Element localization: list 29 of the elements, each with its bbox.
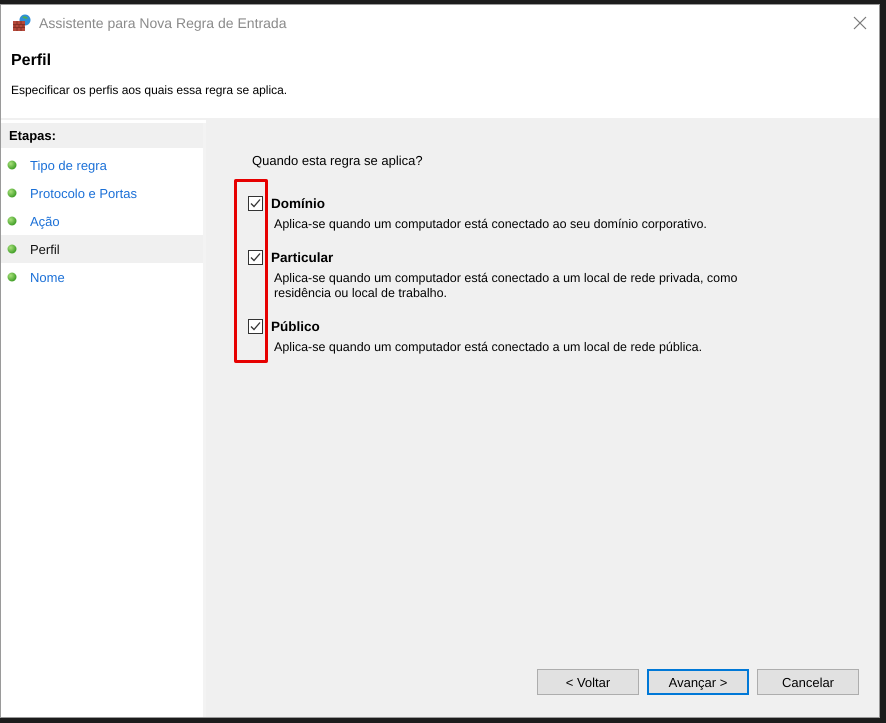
status-dot-icon: [7, 216, 17, 226]
step-item[interactable]: Perfil: [1, 235, 203, 263]
profile-description: Aplica-se quando um computador está conectado ao seu domínio corporativo.: [274, 217, 708, 232]
steps-heading: Etapas:: [1, 123, 203, 148]
status-dot-icon: [7, 244, 17, 254]
wizard-button[interactable]: < Voltar: [537, 669, 639, 695]
checkbox-label[interactable]: Domínio: [271, 196, 325, 210]
status-dot-icon: [7, 188, 17, 198]
status-dot-icon: [7, 272, 17, 282]
profile-description: Aplica-se quando um computador está conectado a um local de rede privada, como residência ou local de trabalho.: [274, 271, 738, 301]
window-title: Assistente para Nova Regra de Entrada: [39, 15, 288, 31]
step-item[interactable]: Nome: [1, 263, 203, 291]
firewall-icon: [12, 14, 32, 32]
profile-description: Aplica-se quando um computador está conectado a um local de rede pública.: [274, 340, 704, 355]
checkbox[interactable]: [248, 318, 263, 334]
page-subtitle: Especificar os perfis aos quais essa regra se aplica.: [11, 83, 288, 97]
checkbox-label[interactable]: Particular: [271, 250, 334, 264]
checkbox[interactable]: [248, 250, 263, 264]
step-item[interactable]: Tipo de regra: [1, 151, 203, 179]
question-text: Quando esta regra se aplica?: [252, 153, 424, 168]
wizard-button[interactable]: Avançar >: [647, 669, 749, 695]
checkbox[interactable]: [248, 196, 263, 210]
page-title: Perfil: [11, 52, 52, 70]
step-item[interactable]: Protocolo e Portas: [1, 179, 203, 207]
step-item[interactable]: Ação: [1, 207, 203, 235]
close-icon[interactable]: [853, 16, 867, 30]
status-dot-icon: [7, 160, 17, 170]
checkbox-label[interactable]: Público: [271, 318, 320, 334]
wizard-button[interactable]: Cancelar: [757, 669, 859, 695]
